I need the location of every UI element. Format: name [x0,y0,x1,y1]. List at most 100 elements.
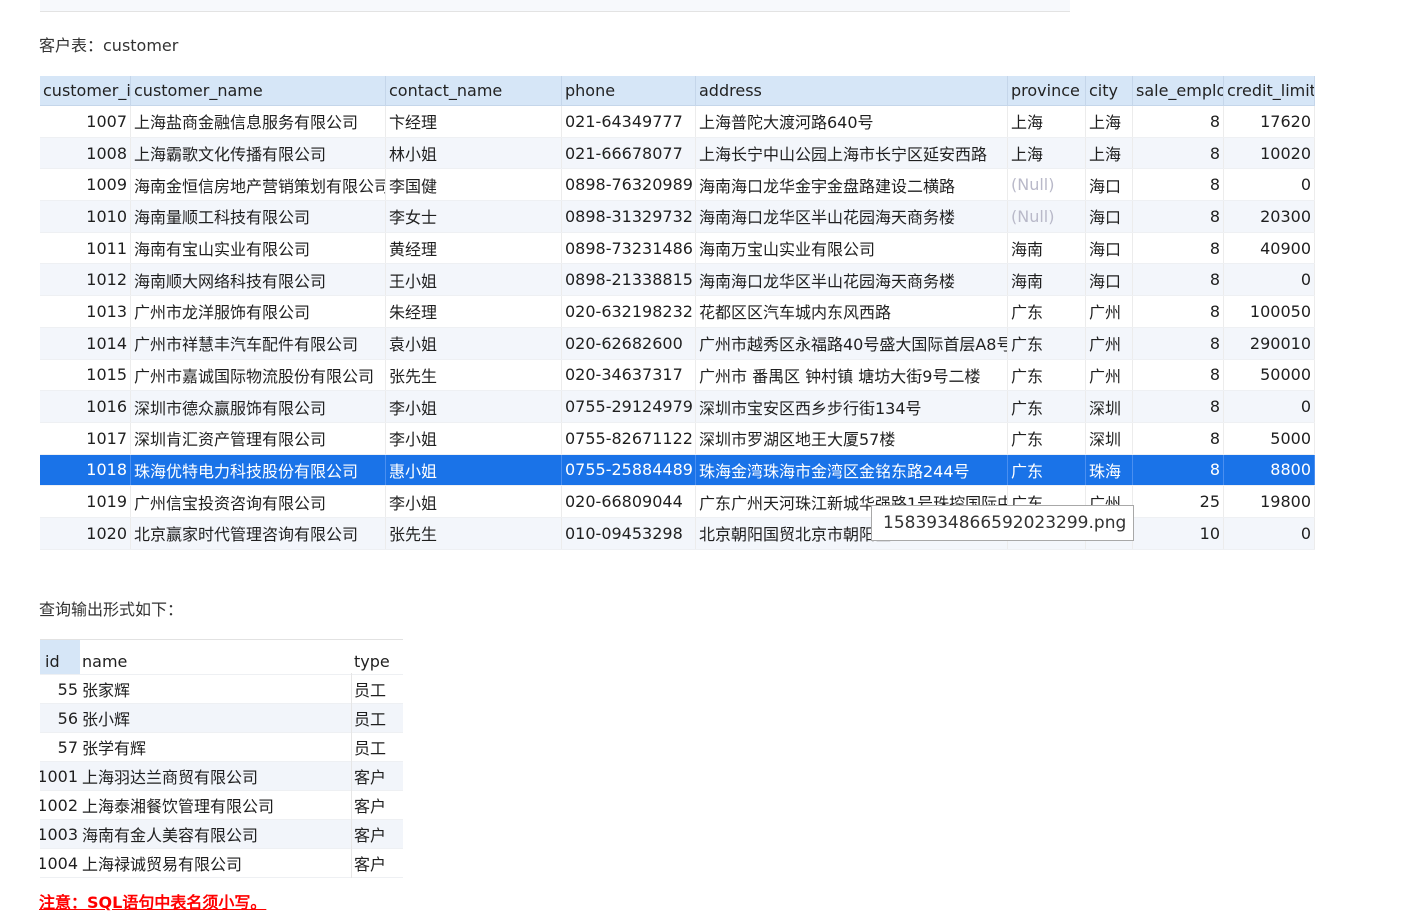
table-row[interactable]: 1016 深圳市德众赢服饰有限公司 李小姐 0755-29124979 深圳市宝安区西乡… [40,391,1315,423]
table-row[interactable]: 1007 上海盐商金融信息服务有限公司 卞经理 021-64349777 上海普陀大渡河… [40,106,1315,138]
cell-city[interactable]: 广州 [1086,327,1133,359]
cell-credit-limit[interactable]: 40900 [1224,232,1315,264]
cell-credit-limit[interactable]: 5000 [1224,422,1315,454]
cell-credit-limit[interactable]: 0 [1224,391,1315,422]
cell-phone[interactable]: 0755-25884489 [562,454,696,486]
cell-address[interactable]: 深圳市罗湖区地王大厦57楼 [696,422,1008,454]
cell-customer-id[interactable]: 1011 [40,232,131,264]
cell-city[interactable]: 海口 [1086,201,1133,232]
cell-customer-name[interactable]: 广州市龙洋服饰有限公司 [131,296,386,327]
cell-address[interactable]: 海南万宝山实业有限公司 [696,232,1008,264]
table-row[interactable]: 1011 海南有宝山实业有限公司 黄经理 0898-73231486 海南万宝山实业有限… [40,232,1315,265]
cell-sale-employee[interactable]: 8 [1133,391,1224,422]
cell-customer-id[interactable]: 1015 [40,359,131,391]
cell-province[interactable]: 广东 [1008,422,1086,454]
col-header-credit-limit[interactable]: credit_limit [1224,76,1315,105]
cell-customer-name[interactable]: 海南量顺工科技有限公司 [131,201,386,232]
cell-credit-limit[interactable]: 0 [1224,169,1315,201]
cell-credit-limit[interactable]: 100050 [1224,296,1315,327]
cell-customer-id[interactable]: 1008 [40,137,131,169]
cell-address[interactable]: 海南海口龙华区半山花园海天商务楼 [696,201,1008,232]
cell-customer-id[interactable]: 1014 [40,327,131,359]
cell-province[interactable]: 广东 [1008,391,1086,422]
cell-customer-id[interactable]: 1017 [40,422,131,454]
cell-contact-name[interactable]: 王小姐 [386,264,562,296]
cell-sale-employee[interactable]: 8 [1133,106,1224,137]
col-header-province[interactable]: province [1008,76,1086,105]
table-row[interactable]: 1017 深圳肯汇资产管理有限公司 李小姐 0755-82671122 深圳市罗湖区地王… [40,422,1315,455]
table-row[interactable]: 1009 海南金恒信房地产营销策划有限公司 李国健 0898-76320989 海南海口… [40,169,1315,202]
cell-customer-name[interactable]: 海南金恒信房地产营销策划有限公司 [131,169,386,201]
cell-phone[interactable]: 0755-29124979 [562,391,696,422]
cell-phone[interactable]: 010-09453298 [562,517,696,549]
cell-address[interactable]: 广州市 番禺区 钟村镇 塘坊大街9号二楼 [696,359,1008,391]
cell-customer-id[interactable]: 1012 [40,264,131,296]
cell-province[interactable]: 上海 [1008,106,1086,137]
cell-contact-name[interactable]: 黄经理 [386,232,562,264]
cell-customer-id[interactable]: 1018 [40,454,131,486]
cell-customer-name[interactable]: 海南有宝山实业有限公司 [131,232,386,264]
cell-customer-name[interactable]: 深圳市德众赢服饰有限公司 [131,391,386,422]
cell-phone[interactable]: 0898-73231486 [562,232,696,264]
cell-phone[interactable]: 0898-31329732 [562,201,696,232]
col-header-phone[interactable]: phone [562,76,696,105]
col-header-city[interactable]: city [1086,76,1133,105]
cell-address[interactable]: 花都区区汽车城内东风西路 [696,296,1008,327]
cell-sale-employee[interactable]: 10 [1133,517,1224,549]
cell-contact-name[interactable]: 惠小姐 [386,454,562,486]
cell-city[interactable]: 上海 [1086,106,1133,137]
cell-province[interactable]: 海南 [1008,232,1086,264]
cell-province[interactable]: 广东 [1008,327,1086,359]
cell-address[interactable]: 海南海口龙华金宇金盘路建设二横路 [696,169,1008,201]
cell-phone[interactable]: 0898-21338815 [562,264,696,296]
cell-province[interactable]: 上海 [1008,137,1086,169]
table-row[interactable]: 1018 珠海优特电力科技股份有限公司 惠小姐 0755-25884489 珠海金湾珠海… [40,454,1315,487]
cell-phone[interactable]: 0898-76320989 [562,169,696,201]
cell-phone[interactable]: 0755-82671122 [562,422,696,454]
col-header-address[interactable]: address [696,76,1008,105]
cell-contact-name[interactable]: 张先生 [386,359,562,391]
cell-customer-name[interactable]: 北京赢家时代管理咨询有限公司 [131,517,386,549]
table-row[interactable]: 1013 广州市龙洋服饰有限公司 朱经理 020-632198232 花都区区汽车城内东… [40,296,1315,328]
cell-contact-name[interactable]: 李小姐 [386,486,562,517]
cell-credit-limit[interactable]: 19800 [1224,486,1315,517]
cell-city[interactable]: 深圳 [1086,422,1133,454]
cell-customer-name[interactable]: 深圳肯汇资产管理有限公司 [131,422,386,454]
cell-customer-id[interactable]: 1010 [40,201,131,232]
cell-contact-name[interactable]: 李国健 [386,169,562,201]
cell-phone[interactable]: 021-64349777 [562,106,696,137]
cell-city[interactable]: 上海 [1086,137,1133,169]
cell-city[interactable]: 广州 [1086,359,1133,391]
cell-address[interactable]: 广州市越秀区永福路40号盛大国际首层A8号 [696,327,1008,359]
cell-credit-limit[interactable]: 0 [1224,517,1315,549]
cell-customer-name[interactable]: 广州信宝投资咨询有限公司 [131,486,386,517]
cell-customer-name[interactable]: 广州市嘉诚国际物流股份有限公司 [131,359,386,391]
cell-contact-name[interactable]: 张先生 [386,517,562,549]
cell-phone[interactable]: 020-62682600 [562,327,696,359]
cell-sale-employee[interactable]: 8 [1133,454,1224,486]
table-row[interactable]: 1008 上海霸歌文化传播有限公司 林小姐 021-66678077 上海长宁中山公园上… [40,137,1315,170]
cell-city[interactable]: 海口 [1086,232,1133,264]
cell-province[interactable]: 海南 [1008,264,1086,296]
cell-address[interactable]: 上海长宁中山公园上海市长宁区延安西路 [696,137,1008,169]
col-header-sale-employee[interactable]: sale_employe [1133,76,1224,105]
cell-customer-id[interactable]: 1007 [40,106,131,137]
cell-address[interactable]: 上海普陀大渡河路640号 [696,106,1008,137]
table-row[interactable]: 1015 广州市嘉诚国际物流股份有限公司 张先生 020-34637317 广州市 番禺… [40,359,1315,392]
cell-contact-name[interactable]: 卞经理 [386,106,562,137]
cell-credit-limit[interactable]: 10020 [1224,137,1315,169]
cell-customer-id[interactable]: 1009 [40,169,131,201]
cell-contact-name[interactable]: 李小姐 [386,422,562,454]
cell-phone[interactable]: 020-632198232 [562,296,696,327]
cell-credit-limit[interactable]: 8800 [1224,454,1315,486]
cell-contact-name[interactable]: 林小姐 [386,137,562,169]
cell-contact-name[interactable]: 袁小姐 [386,327,562,359]
cell-sale-employee[interactable]: 8 [1133,201,1224,232]
cell-phone[interactable]: 021-66678077 [562,137,696,169]
cell-province[interactable]: (Null) [1008,169,1086,201]
cell-credit-limit[interactable]: 20300 [1224,201,1315,232]
cell-address[interactable]: 海南海口龙华区半山花园海天商务楼 [696,264,1008,296]
cell-contact-name[interactable]: 朱经理 [386,296,562,327]
cell-contact-name[interactable]: 李女士 [386,201,562,232]
cell-province[interactable]: 广东 [1008,359,1086,391]
